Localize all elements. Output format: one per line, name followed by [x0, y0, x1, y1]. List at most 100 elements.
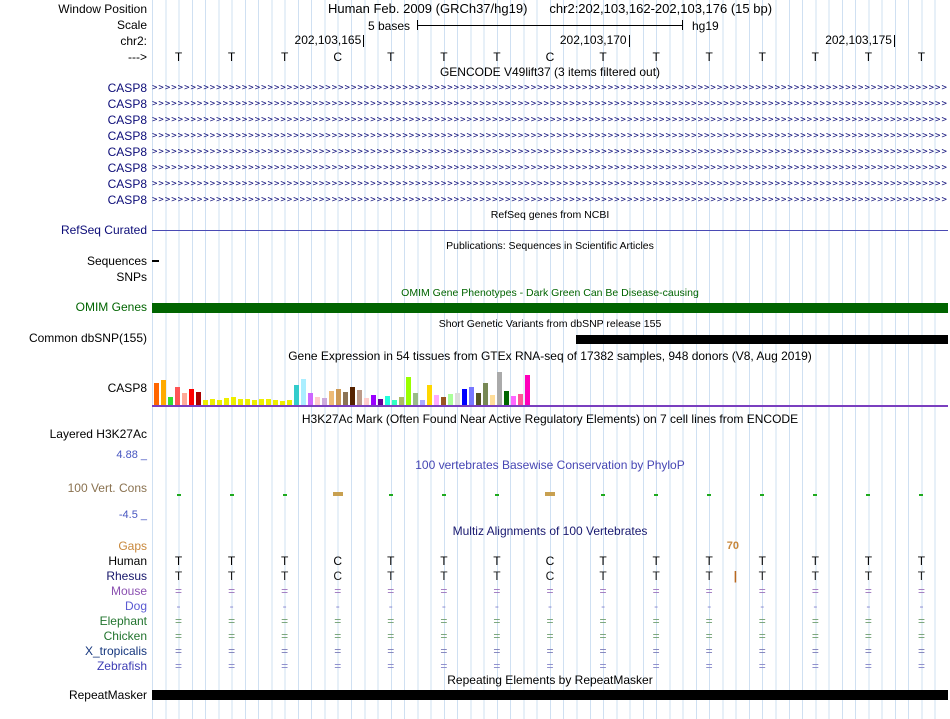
alignment-cell: = [493, 629, 501, 643]
position-ruler[interactable]: 202,103,165 202,103,170 202,103,175 [152, 34, 948, 48]
species-label[interactable]: Elephant [0, 614, 147, 629]
gtex-tissue-bar[interactable] [168, 397, 173, 405]
gtex-tissue-bar[interactable] [357, 390, 362, 405]
transcript-intron-arrows[interactable]: >>>>>>>>>>>>>>>>>>>>>>>>>>>>>>>>>>>>>>>>… [152, 176, 948, 192]
gtex-tissue-bar[interactable] [336, 389, 341, 405]
gtex-tissue-bar[interactable] [182, 393, 187, 405]
gtex-tissue-bar[interactable] [154, 383, 159, 405]
gtex-tissue-bar[interactable] [175, 387, 180, 405]
transcript-intron-arrows[interactable]: >>>>>>>>>>>>>>>>>>>>>>>>>>>>>>>>>>>>>>>>… [152, 80, 948, 96]
gtex-track-header[interactable]: Gene Expression in 54 tissues from GTEx … [152, 350, 948, 363]
h3k27ac-track-header[interactable]: H3K27Ac Mark (Often Found Near Active Re… [152, 413, 948, 426]
gtex-tissue-bar[interactable] [476, 393, 481, 405]
gtex-tissue-bar[interactable] [462, 389, 467, 405]
alignment-cell: - [654, 599, 659, 613]
gtex-tissue-bar[interactable] [427, 385, 432, 405]
repeat-feature[interactable] [152, 690, 948, 700]
repeatmasker-label[interactable]: RepeatMasker [0, 688, 147, 702]
gtex-tissue-bar[interactable] [196, 392, 201, 405]
gtex-tissue-bar[interactable] [224, 398, 229, 405]
dbsnp-track-header[interactable]: Short Genetic Variants from dbSNP releas… [152, 318, 948, 330]
sequences-label[interactable]: Sequences [0, 254, 147, 268]
gtex-tissue-bar[interactable] [322, 398, 327, 405]
species-label[interactable]: Rhesus [0, 569, 147, 584]
gtex-tissue-bar[interactable] [518, 394, 523, 405]
gtex-tissue-bar[interactable] [413, 393, 418, 405]
gtex-tissue-bar[interactable] [385, 396, 390, 405]
dbsnp-variant-feature[interactable] [576, 335, 948, 344]
gtex-tissue-bar[interactable] [231, 397, 236, 405]
gene-label[interactable]: CASP8 [0, 144, 147, 160]
sequence-feature[interactable] [152, 260, 159, 262]
refseq-gene-line[interactable] [152, 230, 948, 231]
species-label[interactable]: Zebrafish [0, 659, 147, 674]
gtex-tissue-bar[interactable] [161, 380, 166, 405]
transcript-intron-arrows[interactable]: >>>>>>>>>>>>>>>>>>>>>>>>>>>>>>>>>>>>>>>>… [152, 160, 948, 176]
alignment-cell: - [547, 599, 552, 613]
repeatmasker-track-header[interactable]: Repeating Elements by RepeatMasker [152, 674, 948, 687]
transcript-intron-arrows[interactable]: >>>>>>>>>>>>>>>>>>>>>>>>>>>>>>>>>>>>>>>>… [152, 96, 948, 112]
snps-label[interactable]: SNPs [0, 270, 147, 284]
multiz-track-header[interactable]: Multiz Alignments of 100 Vertebrates [152, 525, 948, 538]
species-label[interactable]: Dog [0, 599, 147, 614]
gtex-tissue-bar[interactable] [448, 394, 453, 405]
gtex-tissue-bar[interactable] [308, 393, 313, 405]
gtex-tissue-bar[interactable] [490, 395, 495, 405]
gtex-tissue-bar[interactable] [315, 397, 320, 405]
gtex-tissue-bar[interactable] [350, 387, 355, 405]
gtex-tissue-bar[interactable] [525, 375, 530, 405]
transcript-intron-arrows[interactable]: >>>>>>>>>>>>>>>>>>>>>>>>>>>>>>>>>>>>>>>>… [152, 144, 948, 160]
gtex-tissue-bar[interactable] [343, 392, 348, 405]
omim-track-header[interactable]: OMIM Gene Phenotypes - Dark Green Can Be… [152, 287, 948, 299]
gtex-tissue-bar[interactable] [504, 391, 509, 405]
gtex-tissue-bar[interactable] [301, 379, 306, 405]
gtex-gene-line[interactable] [152, 405, 948, 407]
gtex-tissue-bar[interactable] [434, 395, 439, 405]
gene-label[interactable]: CASP8 [0, 160, 147, 176]
alignment-cell: T [599, 554, 607, 568]
species-label[interactable]: X_tropicalis [0, 644, 147, 659]
conservation-tick [813, 494, 818, 496]
gene-label[interactable]: CASP8 [0, 96, 147, 112]
phylop-label[interactable]: 100 Vert. Cons [0, 481, 147, 495]
gene-label[interactable]: CASP8 [0, 80, 147, 96]
gtex-tissue-bar[interactable] [483, 383, 488, 405]
gtex-tissue-bar[interactable] [399, 397, 404, 405]
refseq-curated-label[interactable]: RefSeq Curated [0, 223, 147, 237]
gtex-tissue-bar[interactable] [497, 372, 502, 405]
transcript-intron-arrows[interactable]: >>>>>>>>>>>>>>>>>>>>>>>>>>>>>>>>>>>>>>>>… [152, 128, 948, 144]
omim-genes-label[interactable]: OMIM Genes [0, 300, 147, 314]
gene-label[interactable]: CASP8 [0, 112, 147, 128]
gtex-tissue-bar[interactable] [329, 391, 334, 405]
gencode-track-header[interactable]: GENCODE V49lift37 (3 items filtered out) [152, 66, 948, 79]
gtex-tissue-bar[interactable] [364, 398, 369, 405]
transcript-intron-arrows[interactable]: >>>>>>>>>>>>>>>>>>>>>>>>>>>>>>>>>>>>>>>>… [152, 112, 948, 128]
gtex-tissue-bar[interactable] [371, 395, 376, 405]
species-label[interactable]: Human [0, 554, 147, 569]
h3k27ac-label[interactable]: Layered H3K27Ac [0, 427, 147, 441]
omim-gene-feature[interactable] [152, 303, 948, 313]
conservation-wiggle[interactable] [152, 482, 948, 496]
gtex-tissue-bar[interactable] [455, 393, 460, 405]
gene-label[interactable]: CASP8 [0, 176, 147, 192]
gtex-tissue-bar[interactable] [469, 387, 474, 405]
gene-label[interactable]: CASP8 [0, 192, 147, 208]
publications-track-header[interactable]: Publications: Sequences in Scientific Ar… [152, 240, 948, 252]
dbsnp-label[interactable]: Common dbSNP(155) [0, 331, 147, 345]
refseq-track-header[interactable]: RefSeq genes from NCBI [152, 209, 948, 221]
transcript-intron-arrows[interactable]: >>>>>>>>>>>>>>>>>>>>>>>>>>>>>>>>>>>>>>>>… [152, 192, 948, 208]
gtex-gene-label[interactable]: CASP8 [0, 381, 147, 395]
phylop-track-header[interactable]: 100 vertebrates Basewise Conservation by… [152, 459, 948, 472]
reference-bases[interactable]: TTTCTTTCTTTTTTT [152, 50, 948, 64]
gtex-tissue-bar[interactable] [441, 397, 446, 405]
gtex-tissue-bar[interactable] [189, 389, 194, 405]
alignment-cell: = [175, 644, 183, 658]
gaps-label[interactable]: Gaps [0, 539, 147, 553]
alignment-cell: - [494, 599, 499, 613]
gtex-tissue-bar[interactable] [511, 396, 516, 405]
gtex-tissue-bar[interactable] [406, 377, 411, 405]
gtex-tissue-bar[interactable] [294, 385, 299, 405]
species-label[interactable]: Chicken [0, 629, 147, 644]
species-label[interactable]: Mouse [0, 584, 147, 599]
gene-label[interactable]: CASP8 [0, 128, 147, 144]
